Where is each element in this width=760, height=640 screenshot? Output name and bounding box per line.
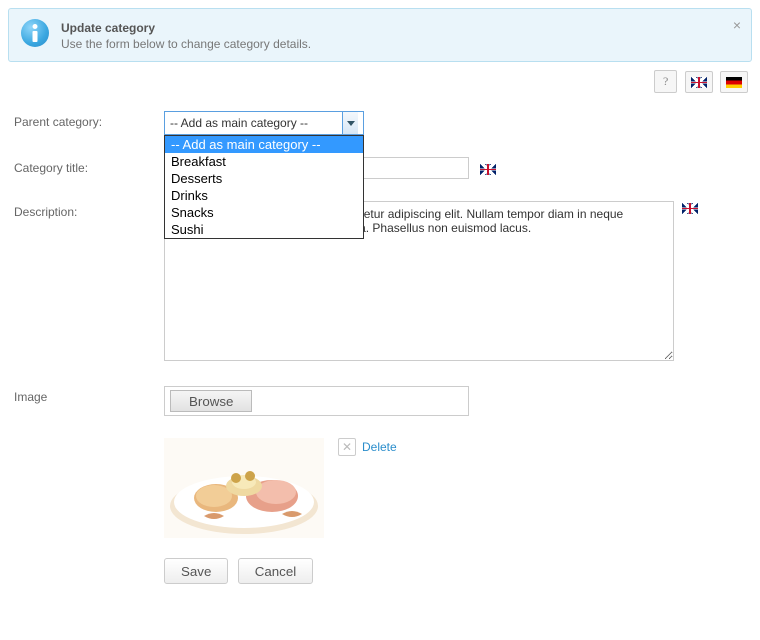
flag-uk-icon	[691, 77, 707, 88]
image-file-input[interactable]: Browse	[164, 386, 469, 416]
image-label: Image	[14, 386, 164, 404]
save-button[interactable]: Save	[164, 558, 228, 584]
description-label: Description:	[14, 201, 164, 219]
parent-category-label: Parent category:	[14, 111, 164, 129]
dropdown-option[interactable]: Breakfast	[165, 153, 363, 170]
flag-uk-icon	[682, 203, 698, 214]
info-icon	[21, 19, 49, 47]
flag-uk-icon	[480, 164, 496, 175]
help-button[interactable]: ?	[654, 70, 677, 93]
info-box: Update category Use the form below to ch…	[8, 8, 752, 62]
info-subtitle: Use the form below to change category de…	[61, 37, 311, 51]
delete-x-icon[interactable]: ✕	[338, 438, 356, 456]
dropdown-option[interactable]: -- Add as main category --	[165, 136, 363, 153]
category-title-label: Category title:	[14, 157, 164, 175]
parent-category-dropdown: -- Add as main category -- Breakfast Des…	[164, 135, 364, 239]
help-icon: ?	[660, 74, 671, 88]
dropdown-option[interactable]: Snacks	[165, 204, 363, 221]
dropdown-option[interactable]: Sushi	[165, 221, 363, 238]
parent-category-selected: -- Add as main category --	[170, 116, 342, 130]
flag-de-icon	[726, 77, 742, 88]
language-bar: ?	[12, 70, 748, 93]
chevron-down-icon	[342, 112, 358, 134]
delete-link[interactable]: Delete	[362, 440, 397, 454]
close-icon[interactable]: ×	[733, 17, 741, 33]
parent-category-select[interactable]: -- Add as main category -- -- Add as mai…	[164, 111, 364, 135]
lang-en-button[interactable]	[685, 71, 713, 93]
info-title: Update category	[61, 21, 311, 35]
dropdown-option[interactable]: Drinks	[165, 187, 363, 204]
image-thumbnail	[164, 438, 324, 538]
dropdown-option[interactable]: Desserts	[165, 170, 363, 187]
info-text: Update category Use the form below to ch…	[61, 19, 311, 51]
cancel-button[interactable]: Cancel	[238, 558, 314, 584]
lang-de-button[interactable]	[720, 71, 748, 93]
browse-button[interactable]: Browse	[170, 390, 252, 412]
